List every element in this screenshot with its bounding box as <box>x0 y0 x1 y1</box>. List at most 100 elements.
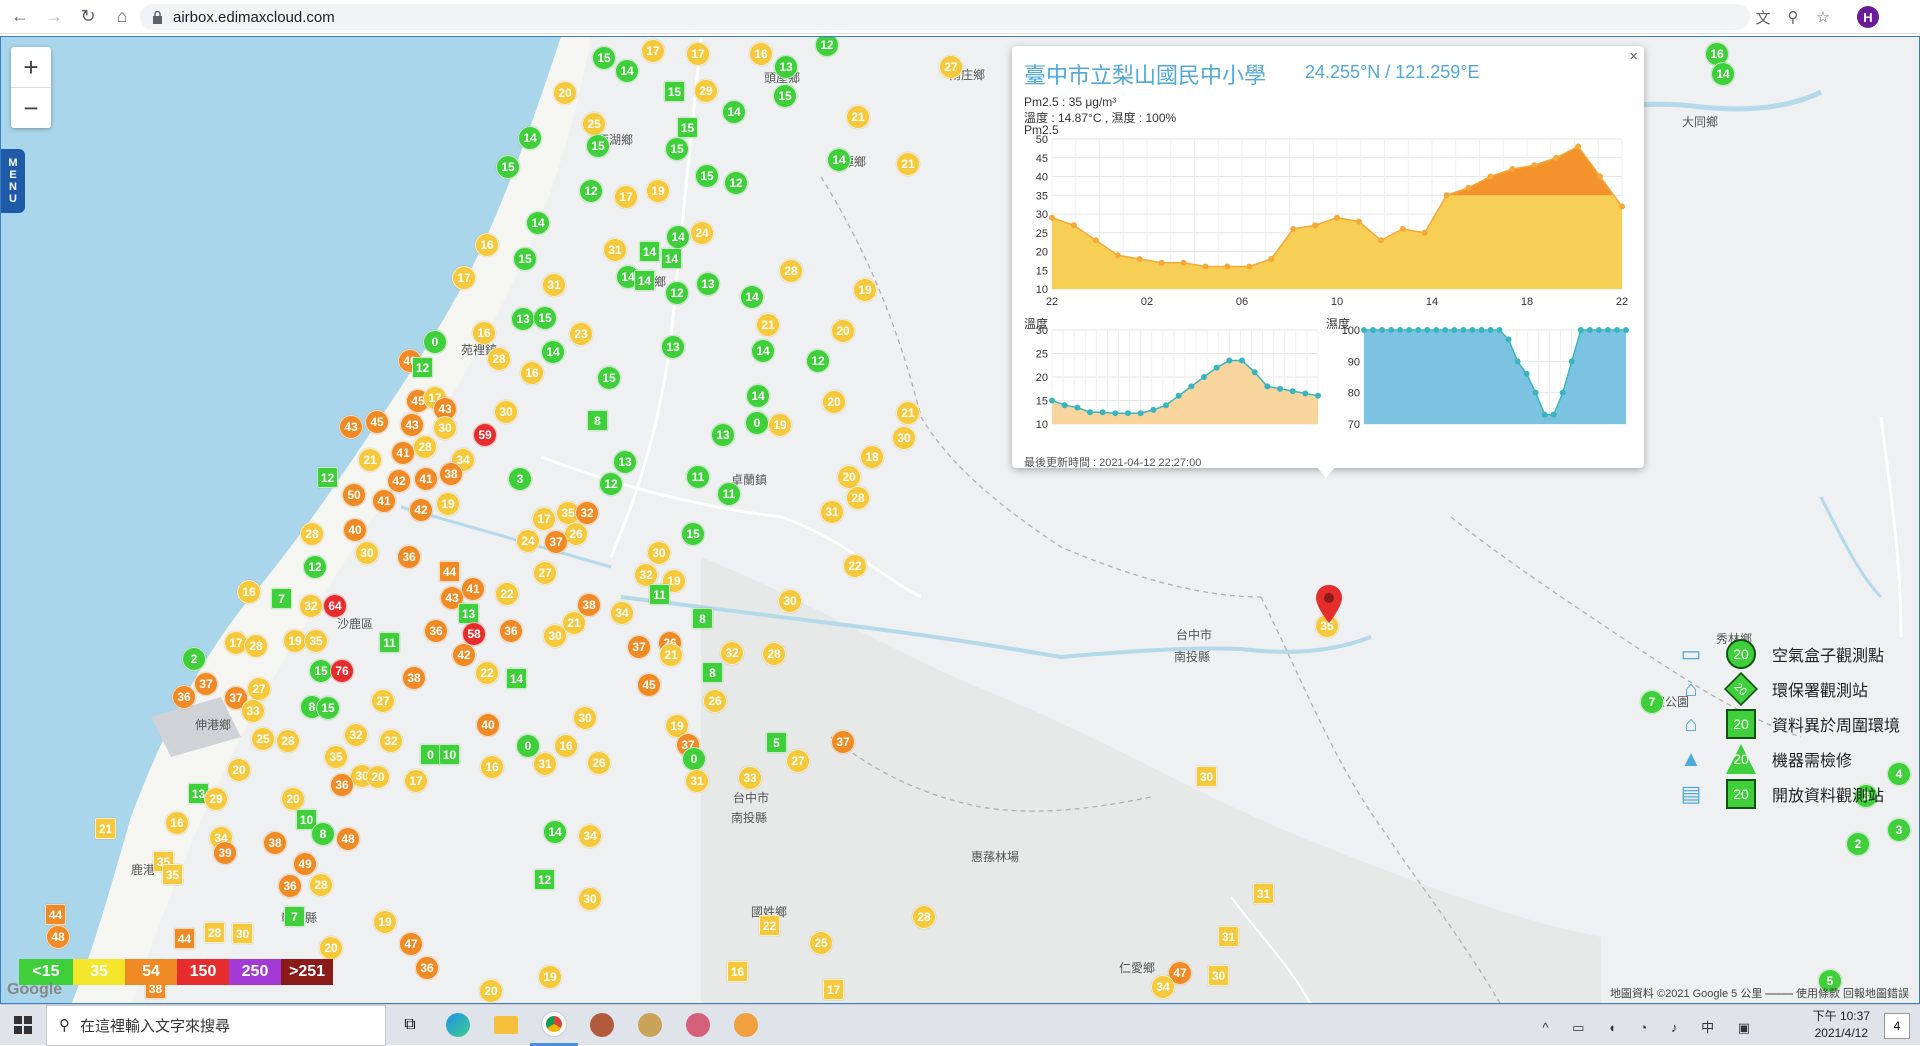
airbox-marker[interactable]: 0 <box>423 330 447 354</box>
open-data-station-marker[interactable]: 8 <box>587 410 608 431</box>
airbox-marker[interactable]: 2 <box>1846 832 1870 856</box>
airbox-marker[interactable]: 37 <box>627 635 651 659</box>
open-data-station-marker[interactable]: 14 <box>634 270 655 291</box>
open-data-station-marker[interactable]: 13 <box>458 603 479 624</box>
airbox-marker[interactable]: 19 <box>373 910 397 934</box>
notification-center-icon[interactable]: 4 <box>1884 1013 1910 1039</box>
airbox-marker[interactable]: 13 <box>661 335 685 359</box>
airbox-marker[interactable]: 8 <box>311 822 335 846</box>
airbox-marker[interactable]: 15 <box>592 46 616 70</box>
zoom-out-button[interactable]: − <box>11 88 51 128</box>
airbox-marker[interactable]: 28 <box>244 634 268 658</box>
task-view-icon[interactable]: ⧉ <box>386 1005 434 1046</box>
airbox-marker[interactable]: 31 <box>603 238 627 262</box>
airbox-marker[interactable]: 19 <box>538 965 562 989</box>
file-explorer-icon[interactable] <box>482 1005 530 1046</box>
app-icon-3[interactable] <box>674 1005 722 1046</box>
airbox-marker[interactable]: 39 <box>213 841 237 865</box>
airbox-marker[interactable]: 27 <box>533 561 557 585</box>
bookmark-star-icon[interactable]: ☆ <box>1811 5 1835 29</box>
airbox-marker[interactable]: 41 <box>372 489 396 513</box>
airbox-marker[interactable]: 4 <box>1887 762 1911 786</box>
airbox-marker[interactable]: 24 <box>516 529 540 553</box>
airbox-marker[interactable]: 14 <box>751 339 775 363</box>
airbox-marker[interactable]: 36 <box>330 773 354 797</box>
app-icon-2[interactable] <box>626 1005 674 1046</box>
airbox-marker[interactable]: 15 <box>665 137 689 161</box>
open-data-station-marker[interactable]: 44 <box>174 928 195 949</box>
home-icon[interactable]: ⌂ <box>108 3 136 31</box>
open-data-station-marker[interactable]: 21 <box>95 818 116 839</box>
open-data-station-marker[interactable]: 14 <box>661 248 682 269</box>
airbox-marker[interactable]: 27 <box>939 55 963 79</box>
airbox-marker[interactable]: 17 <box>641 39 665 63</box>
airbox-marker[interactable]: 36 <box>415 956 439 980</box>
airbox-marker[interactable]: 23 <box>569 322 593 346</box>
airbox-marker[interactable]: 21 <box>756 313 780 337</box>
open-data-station-marker[interactable]: 11 <box>379 632 400 653</box>
airbox-marker[interactable]: 16 <box>237 580 261 604</box>
airbox-marker[interactable]: 20 <box>822 390 846 414</box>
airbox-marker[interactable]: 15 <box>681 522 705 546</box>
airbox-marker[interactable]: 29 <box>204 787 228 811</box>
airbox-marker[interactable]: 30 <box>778 589 802 613</box>
airbox-marker[interactable]: 49 <box>293 852 317 876</box>
airbox-marker[interactable]: 13 <box>613 450 637 474</box>
airbox-marker[interactable]: 48 <box>336 827 360 851</box>
forward-icon[interactable]: → <box>40 3 68 31</box>
airbox-marker[interactable]: 15 <box>316 696 340 720</box>
airbox-marker[interactable]: 22 <box>843 554 867 578</box>
open-data-station-marker[interactable]: 12 <box>534 869 555 890</box>
airbox-marker[interactable]: 31 <box>542 273 566 297</box>
airbox-marker[interactable]: 26 <box>587 751 611 775</box>
airbox-marker[interactable]: 30 <box>892 426 916 450</box>
airbox-marker[interactable]: 17 <box>452 266 476 290</box>
airbox-marker[interactable]: 35 <box>304 629 328 653</box>
airbox-marker[interactable]: 13 <box>511 307 535 331</box>
airbox-marker[interactable]: 20 <box>319 936 343 960</box>
airbox-marker[interactable]: 11 <box>717 482 741 506</box>
airbox-marker[interactable]: 42 <box>409 498 433 522</box>
airbox-marker[interactable]: 28 <box>276 729 300 753</box>
open-data-station-marker[interactable]: 44 <box>45 904 66 925</box>
airbox-marker[interactable]: 13 <box>774 55 798 79</box>
airbox-marker[interactable]: 15 <box>586 134 610 158</box>
airbox-marker[interactable]: 14 <box>740 285 764 309</box>
reload-icon[interactable]: ↻ <box>74 3 102 31</box>
open-data-station-marker[interactable]: 15 <box>664 81 685 102</box>
airbox-marker[interactable]: 7 <box>1640 690 1664 714</box>
map-canvas[interactable]: 南庄鄉西湖鄉頭屋鄉獅潭鄉大同鄉銅鑼鄉苑裡鎮卓蘭鎮台中市南投縣秀林鄉惠蓀林場沙鹿區… <box>0 36 1920 1004</box>
airbox-marker[interactable]: 28 <box>300 522 324 546</box>
airbox-marker[interactable]: 19 <box>768 413 792 437</box>
edge-browser-icon[interactable] <box>434 1005 482 1046</box>
airbox-marker[interactable]: 36 <box>278 874 302 898</box>
airbox-marker[interactable]: 20 <box>281 787 305 811</box>
airbox-marker[interactable]: 15 <box>513 247 537 271</box>
zoom-in-button[interactable]: + <box>11 47 51 87</box>
open-data-station-marker[interactable]: 30 <box>1196 766 1217 787</box>
airbox-marker[interactable]: 14 <box>666 225 690 249</box>
airbox-marker[interactable]: 16 <box>472 321 496 345</box>
open-data-station-marker[interactable]: 44 <box>439 561 460 582</box>
airbox-marker[interactable]: 19 <box>853 278 877 302</box>
airbox-marker[interactable]: 17 <box>686 42 710 66</box>
open-data-station-marker[interactable]: 10 <box>439 744 460 765</box>
airbox-marker[interactable]: 43 <box>339 415 363 439</box>
airbox-marker[interactable]: 17 <box>614 185 638 209</box>
airbox-marker[interactable]: 16 <box>554 734 578 758</box>
airbox-marker[interactable]: 12 <box>665 281 689 305</box>
airbox-marker[interactable]: 14 <box>746 384 770 408</box>
map-attribution[interactable]: 地圖資料 ©2021 Google 5 公里 ⎯⎯⎯⎯⎯ 使用條款 回報地圖錯誤 <box>1610 985 1909 1001</box>
airbox-marker[interactable]: 34 <box>1151 975 1175 999</box>
open-data-station-marker[interactable]: 30 <box>1208 965 1229 986</box>
airbox-marker[interactable]: 31 <box>685 769 709 793</box>
airbox-marker[interactable]: 19 <box>436 492 460 516</box>
airbox-marker[interactable]: 27 <box>786 749 810 773</box>
close-icon[interactable]: × <box>1629 48 1638 65</box>
airbox-marker[interactable]: 20 <box>831 319 855 343</box>
airbox-marker[interactable]: 76 <box>330 659 354 683</box>
airbox-marker[interactable]: 14 <box>615 59 639 83</box>
clock[interactable]: 下午 10:37 2021/4/12 <box>1813 1008 1870 1042</box>
open-data-station-marker[interactable]: 11 <box>649 584 670 605</box>
open-data-station-marker[interactable]: 14 <box>639 241 660 262</box>
